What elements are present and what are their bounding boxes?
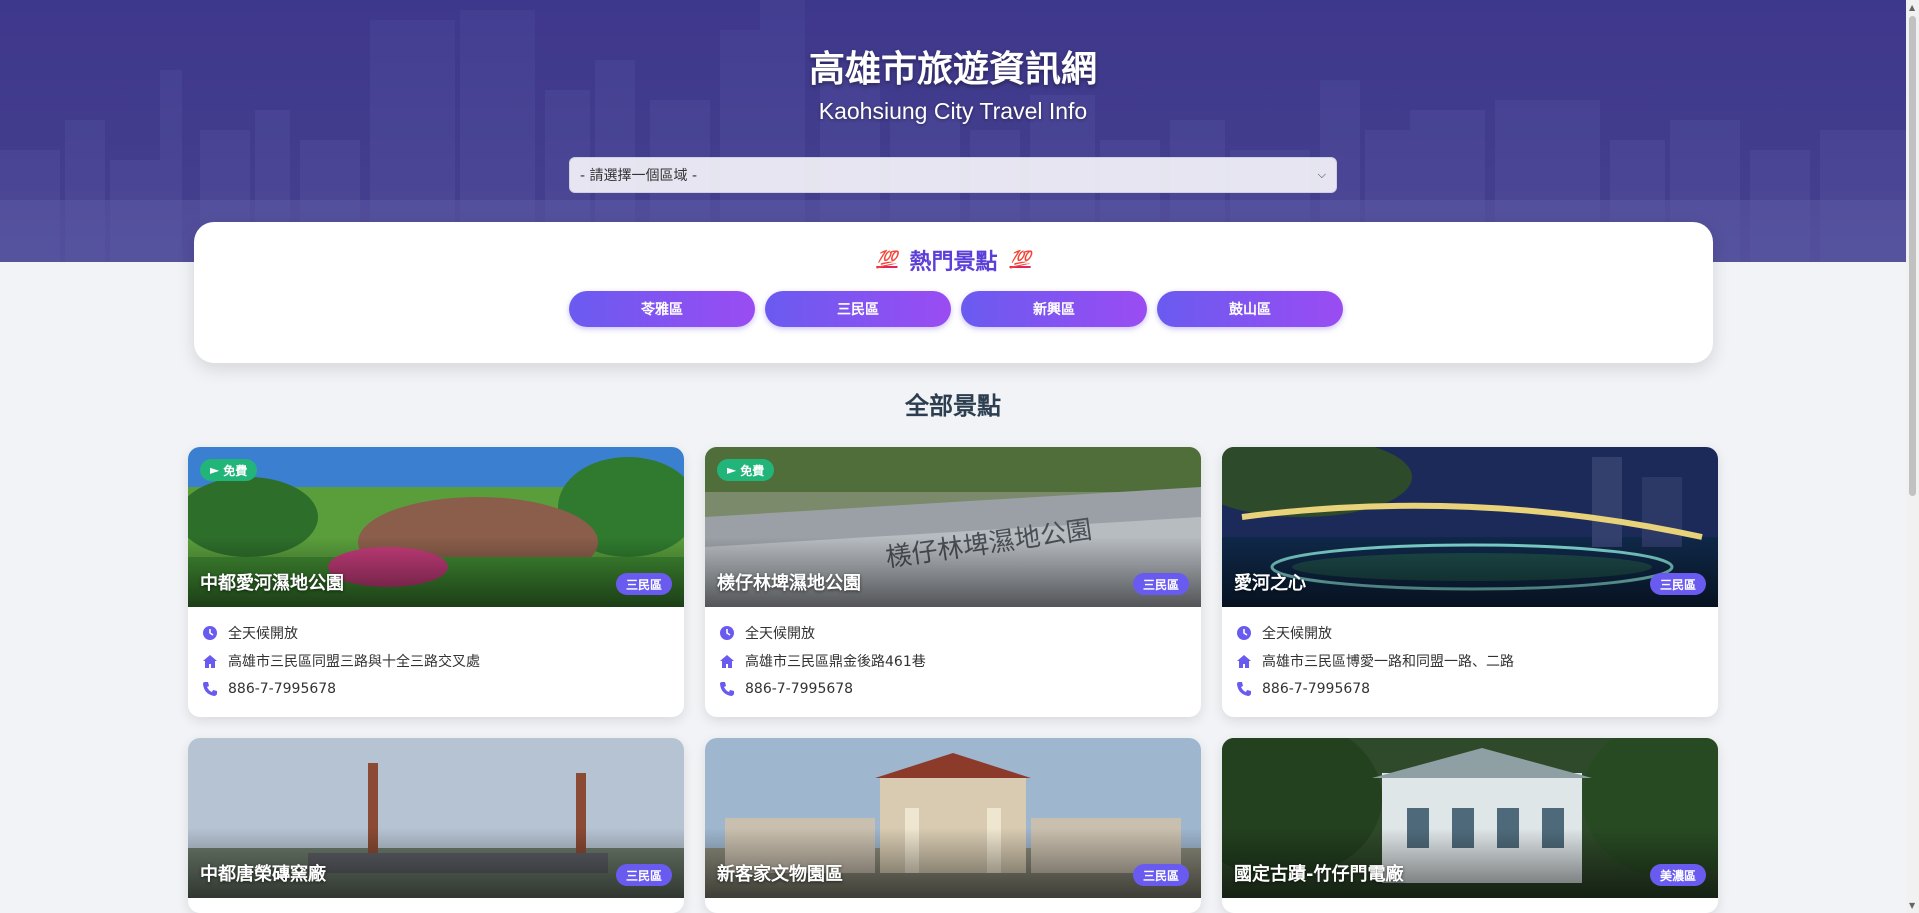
attraction-name: 國定古蹟-竹仔門電廠	[1234, 864, 1404, 885]
address: 高雄市三民區同盟三路與十全三路交叉處	[202, 647, 670, 675]
attraction-card[interactable]: 愛河之心 三民區 全天候開放 高雄市三民區博愛一路和同盟一路、二路 886-7-…	[1222, 447, 1718, 717]
home-icon	[720, 655, 734, 668]
opening-hours: 全天候開放	[719, 619, 1187, 647]
attraction-card[interactable]: 檨仔林埤濕地公園 ►免費 檨仔林埤濕地公園 三民區 全天候開放 高雄市三民區鼎金…	[705, 447, 1201, 717]
attraction-name: 檨仔林埤濕地公園	[717, 573, 861, 594]
home-icon	[203, 655, 217, 668]
opening-hours: 全天候開放	[202, 619, 670, 647]
hot-attractions-panel: 💯 熱門景點 💯 苓雅區 三民區 新興區 鼓山區	[194, 222, 1713, 363]
attraction-photo: 檨仔林埤濕地公園 ►免費 檨仔林埤濕地公園 三民區	[705, 447, 1201, 607]
attraction-card[interactable]: 新客家文物園區 三民區	[705, 738, 1201, 913]
district-badge: 三民區	[1649, 573, 1706, 595]
district-button-lingya[interactable]: 苓雅區	[569, 291, 755, 327]
site-subtitle: Kaohsiung City Travel Info	[818, 98, 1088, 124]
hot-attractions-label: 熱門景點	[909, 250, 998, 275]
phone-icon	[720, 682, 734, 696]
page-scrollbar[interactable]: ▲ ▼	[1906, 0, 1919, 913]
opening-hours: 全天候開放	[1236, 619, 1704, 647]
clock-icon	[1237, 626, 1251, 640]
district-badge: 三民區	[1132, 864, 1189, 886]
scroll-up-arrow-icon[interactable]: ▲	[1909, 3, 1915, 12]
attraction-photo: 新客家文物園區 三民區	[705, 738, 1201, 898]
district-button-gushan[interactable]: 鼓山區	[1157, 291, 1343, 327]
address: 高雄市三民區博愛一路和同盟一路、二路	[1236, 647, 1704, 675]
address: 高雄市三民區鼎金後路461巷	[719, 647, 1187, 675]
scrollbar-thumb[interactable]	[1909, 16, 1916, 496]
district-badge: 三民區	[1132, 573, 1189, 595]
tag-icon: ►	[210, 463, 220, 477]
phone: 886-7-7995678	[719, 675, 1187, 703]
hot-attractions-title: 💯 熱門景點 💯	[194, 244, 1713, 276]
attraction-name: 中都愛河濕地公園	[200, 573, 344, 594]
district-badge: 美濃區	[1649, 864, 1706, 886]
attraction-name: 新客家文物園區	[717, 864, 843, 885]
hundred-points-icon: 💯	[1009, 250, 1031, 270]
phone: 886-7-7995678	[202, 675, 670, 703]
tag-icon: ►	[727, 463, 737, 477]
area-select-value: - 請選擇一個區域 -	[580, 168, 698, 184]
attraction-photo: ► 免費 中都愛河濕地公園 三民區	[188, 447, 684, 607]
district-badge: 三民區	[615, 573, 672, 595]
district-button-sanmin[interactable]: 三民區	[765, 291, 951, 327]
site-title: 高雄市旅遊資訊網	[808, 49, 1097, 90]
hundred-points-icon: 💯	[876, 250, 898, 270]
area-select[interactable]: - 請選擇一個區域 - ⌵	[569, 157, 1337, 193]
district-badge: 三民區	[615, 864, 672, 886]
attraction-photo: 中都唐榮磚窯廠 三民區	[188, 738, 684, 898]
free-badge: ► 免費	[200, 459, 258, 481]
attraction-name: 中都唐榮磚窯廠	[200, 864, 326, 885]
hot-district-buttons: 苓雅區 三民區 新興區 鼓山區	[569, 291, 1343, 327]
district-button-xinxing[interactable]: 新興區	[961, 291, 1147, 327]
phone-icon	[1237, 682, 1251, 696]
attraction-card[interactable]: ► 免費 中都愛河濕地公園 三民區 全天候開放 高雄市三民區同盟三路與十全三路交叉…	[188, 447, 684, 717]
phone-icon	[203, 682, 217, 696]
home-icon	[1237, 655, 1251, 668]
scroll-down-arrow-icon[interactable]: ▼	[1909, 901, 1915, 910]
attraction-photo: 國定古蹟-竹仔門電廠 美濃區	[1222, 738, 1718, 898]
attraction-name: 愛河之心	[1234, 573, 1306, 594]
attraction-card[interactable]: 國定古蹟-竹仔門電廠 美濃區	[1222, 738, 1718, 913]
attraction-card[interactable]: 中都唐榮磚窯廠 三民區	[188, 738, 684, 913]
phone: 886-7-7995678	[1236, 675, 1704, 703]
clock-icon	[203, 626, 217, 640]
clock-icon	[720, 626, 734, 640]
attraction-photo: 愛河之心 三民區	[1222, 447, 1718, 607]
free-badge: ► 免費	[717, 459, 775, 481]
all-attractions-title: 全部景點	[905, 392, 1001, 420]
chevron-down-icon: ⌵	[1317, 168, 1326, 181]
